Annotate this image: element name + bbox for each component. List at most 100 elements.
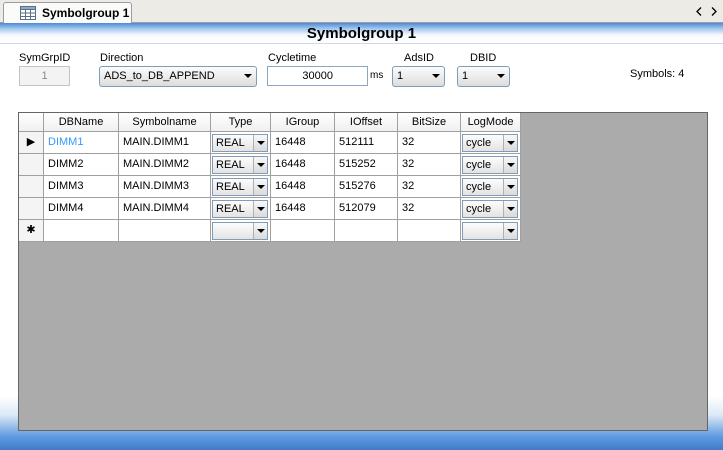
chevron-down-icon[interactable] (253, 135, 267, 151)
cell-logmode[interactable]: cycle (461, 132, 521, 154)
column-header-bitsize[interactable]: BitSize (398, 113, 461, 132)
type-select[interactable]: REAL (212, 178, 268, 196)
header-corner (19, 113, 44, 132)
cell-igroup[interactable]: 16448 (271, 176, 335, 198)
chevron-down-icon[interactable] (253, 201, 267, 217)
logmode-select[interactable]: cycle (462, 200, 518, 218)
table-row[interactable]: ▶ DIMM1 MAIN.DIMM1 REAL 16448 512111 32 … (19, 132, 521, 154)
cell-dbname[interactable]: DIMM3 (44, 176, 119, 198)
chevron-down-icon[interactable] (503, 157, 517, 173)
symbol-grid[interactable]: DBName Symbolname Type IGroup IOffset Bi… (18, 112, 708, 431)
cycletime-label: Cycletime (268, 52, 317, 64)
cell-igroup[interactable]: 16448 (271, 132, 335, 154)
nav-right-icon[interactable] (709, 5, 719, 17)
cell-igroup[interactable] (271, 220, 335, 242)
column-header-igroup[interactable]: IGroup (271, 113, 335, 132)
cell-bitsize[interactable]: 32 (398, 176, 461, 198)
cell-symbolname[interactable] (119, 220, 211, 242)
type-select[interactable] (212, 222, 268, 240)
column-header-symbolname[interactable]: Symbolname (119, 113, 211, 132)
cell-ioffset[interactable] (335, 220, 398, 242)
table-row[interactable]: DIMM2 MAIN.DIMM2 REAL 16448 515252 32 cy… (19, 154, 521, 176)
tab-symbolgroup[interactable]: Symbolgroup 1 (3, 2, 132, 23)
type-select[interactable]: REAL (212, 200, 268, 218)
nav-left-icon[interactable] (694, 5, 704, 17)
adsid-value: 1 (397, 70, 404, 82)
cell-bitsize[interactable]: 32 (398, 154, 461, 176)
logmode-value: cycle (466, 159, 492, 171)
dbid-value: 1 (462, 70, 469, 82)
chevron-down-icon[interactable] (253, 223, 267, 239)
cell-type[interactable]: REAL (211, 176, 271, 198)
column-header-type[interactable]: Type (211, 113, 271, 132)
page-title: Symbolgroup 1 (306, 25, 417, 42)
row-header[interactable] (19, 176, 44, 198)
cell-dbname[interactable]: DIMM2 (44, 154, 119, 176)
cell-dbname[interactable]: DIMM4 (44, 198, 119, 220)
cell-bitsize[interactable] (398, 220, 461, 242)
new-row[interactable]: ✱ (19, 220, 521, 242)
current-row-icon[interactable]: ▶ (19, 132, 44, 154)
tab-label: Symbolgroup 1 (42, 6, 130, 20)
column-header-dbname[interactable]: DBName (44, 113, 119, 132)
chevron-down-icon[interactable] (503, 179, 517, 195)
cell-igroup[interactable]: 16448 (271, 154, 335, 176)
cell-ioffset[interactable]: 515276 (335, 176, 398, 198)
cell-ioffset[interactable]: 512079 (335, 198, 398, 220)
cell-type[interactable]: REAL (211, 198, 271, 220)
dbid-select[interactable]: 1 (457, 66, 510, 87)
cell-bitsize[interactable]: 32 (398, 198, 461, 220)
cell-symbolname[interactable]: MAIN.DIMM1 (119, 132, 211, 154)
cell-type[interactable] (211, 220, 271, 242)
cell-type[interactable]: REAL (211, 132, 271, 154)
logmode-select[interactable]: cycle (462, 156, 518, 174)
new-row-icon[interactable]: ✱ (19, 220, 44, 242)
logmode-value: cycle (466, 137, 492, 149)
cell-symbolname[interactable]: MAIN.DIMM4 (119, 198, 211, 220)
cell-dbname[interactable]: DIMM1 (44, 132, 119, 154)
tab-strip: Symbolgroup 1 (0, 0, 723, 23)
cell-ioffset[interactable]: 512111 (335, 132, 398, 154)
logmode-select[interactable]: cycle (462, 134, 518, 152)
cell-symbolname[interactable]: MAIN.DIMM3 (119, 176, 211, 198)
cycletime-input[interactable]: 30000 (267, 66, 368, 86)
logmode-select[interactable] (462, 222, 518, 240)
type-value: REAL (216, 159, 245, 171)
chevron-down-icon[interactable] (253, 179, 267, 195)
cell-type[interactable]: REAL (211, 154, 271, 176)
column-header-ioffset[interactable]: IOffset (335, 113, 398, 132)
symgrpid-label: SymGrpID (19, 52, 71, 64)
chevron-down-icon[interactable] (253, 157, 267, 173)
cycletime-unit: ms (370, 70, 384, 81)
table-row[interactable]: DIMM3 MAIN.DIMM3 REAL 16448 515276 32 cy… (19, 176, 521, 198)
table-row[interactable]: DIMM4 MAIN.DIMM4 REAL 16448 512079 32 cy… (19, 198, 521, 220)
logmode-value: cycle (466, 181, 492, 193)
chevron-down-icon (244, 74, 252, 78)
cell-logmode[interactable]: cycle (461, 198, 521, 220)
row-header[interactable] (19, 154, 44, 176)
chevron-down-icon[interactable] (503, 223, 517, 239)
cell-dbname[interactable] (44, 220, 119, 242)
grid-table-icon (20, 6, 36, 20)
type-value: REAL (216, 181, 245, 193)
type-value: REAL (216, 137, 245, 149)
direction-label: Direction (100, 52, 144, 64)
cell-logmode[interactable]: cycle (461, 176, 521, 198)
cell-logmode[interactable]: cycle (461, 154, 521, 176)
cell-igroup[interactable]: 16448 (271, 198, 335, 220)
type-select[interactable]: REAL (212, 156, 268, 174)
cell-bitsize[interactable]: 32 (398, 132, 461, 154)
cell-ioffset[interactable]: 515252 (335, 154, 398, 176)
page-title-bar: Symbolgroup 1 (0, 23, 723, 44)
column-header-logmode[interactable]: LogMode (461, 113, 521, 132)
logmode-select[interactable]: cycle (462, 178, 518, 196)
row-header[interactable] (19, 198, 44, 220)
chevron-down-icon[interactable] (503, 135, 517, 151)
direction-select[interactable]: ADS_to_DB_APPEND (99, 66, 257, 87)
chevron-down-icon (497, 74, 505, 78)
cell-logmode[interactable] (461, 220, 521, 242)
chevron-down-icon[interactable] (503, 201, 517, 217)
cell-symbolname[interactable]: MAIN.DIMM2 (119, 154, 211, 176)
type-select[interactable]: REAL (212, 134, 268, 152)
adsid-select[interactable]: 1 (392, 66, 445, 87)
